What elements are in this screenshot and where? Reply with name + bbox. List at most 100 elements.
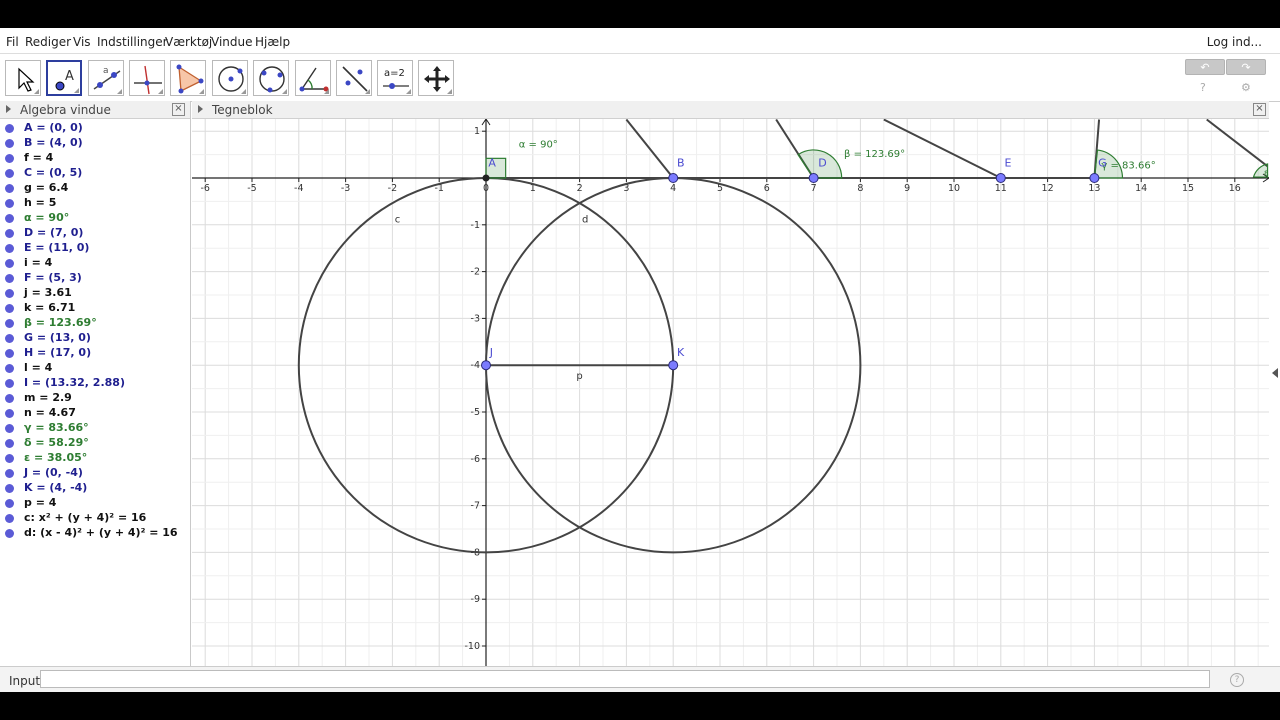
visibility-toggle-icon[interactable] [5,514,14,523]
circle-tool-button[interactable] [212,60,248,96]
algebra-item[interactable]: ε = 38.05° [0,451,190,466]
visibility-toggle-icon[interactable] [5,319,14,328]
visibility-toggle-icon[interactable] [5,244,14,253]
menu-indstillinger[interactable]: Indstillinger [97,35,168,49]
input-help-icon[interactable]: ? [1230,673,1244,687]
algebra-item[interactable]: β = 123.69° [0,316,190,331]
point-J[interactable] [481,360,491,371]
move-view-tool-button[interactable] [418,60,454,96]
algebra-item[interactable]: h = 5 [0,196,190,211]
menu-vaerktoj[interactable]: Værktøj [165,35,212,49]
visibility-toggle-icon[interactable] [5,184,14,193]
algebra-item[interactable]: α = 90° [0,211,190,226]
close-algebra-button[interactable]: × [172,103,185,116]
perpendicular-tool-button[interactable] [129,60,165,96]
point-A[interactable] [482,174,490,182]
input-field[interactable] [40,670,1210,688]
slider-tool-button[interactable]: a=2 [377,60,413,96]
visibility-toggle-icon[interactable] [5,379,14,388]
undo-button[interactable]: ↶ [1185,59,1225,75]
algebra-item[interactable]: B = (4, 0) [0,136,190,151]
point-label-E: E [1005,156,1012,169]
redo-button[interactable]: ↷ [1226,59,1266,75]
visibility-toggle-icon[interactable] [5,154,14,163]
point-K[interactable] [668,360,679,371]
visibility-toggle-icon[interactable] [5,289,14,298]
algebra-item[interactable]: c: x² + (y + 4)² = 16 [0,511,190,526]
visibility-toggle-icon[interactable] [5,259,14,268]
reflect-tool-button[interactable] [336,60,372,96]
algebra-item[interactable]: A = (0, 0) [0,121,190,136]
algebra-item[interactable]: m = 2.9 [0,391,190,406]
visibility-toggle-icon[interactable] [5,214,14,223]
visibility-toggle-icon[interactable] [5,274,14,283]
visibility-toggle-icon[interactable] [5,469,14,478]
collapse-arrow-icon[interactable] [198,105,203,113]
algebra-item[interactable]: γ = 83.66° [0,421,190,436]
visibility-toggle-icon[interactable] [5,454,14,463]
settings-icon[interactable]: ⚙ [1241,81,1251,94]
collapse-arrow-icon[interactable] [6,105,11,113]
algebra-item[interactable]: F = (5, 3) [0,271,190,286]
visibility-toggle-icon[interactable] [5,124,14,133]
algebra-item[interactable]: C = (0, 5) [0,166,190,181]
visibility-toggle-icon[interactable] [5,529,14,538]
algebra-item[interactable]: G = (13, 0) [0,331,190,346]
algebra-item[interactable]: k = 6.71 [0,301,190,316]
visibility-toggle-icon[interactable] [5,439,14,448]
line-tool-button[interactable]: a [88,60,124,96]
help-icon[interactable]: ? [1200,81,1206,94]
visibility-toggle-icon[interactable] [5,169,14,178]
algebra-item[interactable]: E = (11, 0) [0,241,190,256]
visibility-toggle-icon[interactable] [5,394,14,403]
visibility-toggle-icon[interactable] [5,334,14,343]
point-B[interactable] [668,173,679,183]
algebra-item[interactable]: δ = 58.29° [0,436,190,451]
point-D[interactable] [808,173,819,183]
expand-sidebar-arrow-icon[interactable] [1272,368,1278,378]
algebra-item[interactable]: n = 4.67 [0,406,190,421]
visibility-toggle-icon[interactable] [5,499,14,508]
menu-hjaelp[interactable]: Hjælp [255,35,290,49]
menu-vindue[interactable]: Vindue [211,35,253,49]
login-link[interactable]: Log ind... [1207,35,1262,49]
menu-rediger[interactable]: Rediger [25,35,71,49]
visibility-toggle-icon[interactable] [5,139,14,148]
algebra-item[interactable]: f = 4 [0,151,190,166]
algebra-item[interactable]: J = (0, -4) [0,466,190,481]
visibility-toggle-icon[interactable] [5,349,14,358]
algebra-item[interactable]: l = 4 [0,361,190,376]
algebra-item[interactable]: H = (17, 0) [0,346,190,361]
algebra-item[interactable]: d: (x - 4)² + (y + 4)² = 16 [0,526,190,541]
point-E[interactable] [995,173,1006,183]
visibility-toggle-icon[interactable] [5,199,14,208]
algebra-item[interactable]: p = 4 [0,496,190,511]
visibility-toggle-icon[interactable] [5,484,14,493]
algebra-item-text: l = 4 [24,361,53,374]
angle-tool-button[interactable] [295,60,331,96]
algebra-item-text: γ = 83.66° [24,421,89,434]
menu-vis[interactable]: Vis [73,35,91,49]
input-bar: Input: ? [0,666,1280,692]
algebra-item[interactable]: I = (13.32, 2.88) [0,376,190,391]
conic-tool-button[interactable] [253,60,289,96]
visibility-toggle-icon[interactable] [5,424,14,433]
visibility-toggle-icon[interactable] [5,364,14,373]
point-label-K: K [677,346,685,359]
drawing-canvas[interactable]: -6 -5 -4 -3 -2 -1 0 1 2 3 4 5 6 7 8 9 10 11 12 13 14 15 161-1-… [192,119,1269,666]
close-graphics-button[interactable]: × [1253,103,1266,116]
algebra-item[interactable]: j = 3.61 [0,286,190,301]
y-tick-label: -3 [471,313,480,324]
move-tool-button[interactable] [5,60,41,96]
visibility-toggle-icon[interactable] [5,409,14,418]
algebra-item[interactable]: g = 6.4 [0,181,190,196]
point-G[interactable] [1089,173,1100,183]
algebra-item[interactable]: i = 4 [0,256,190,271]
visibility-toggle-icon[interactable] [5,229,14,238]
menu-fil[interactable]: Fil [6,35,19,49]
algebra-item[interactable]: K = (4, -4) [0,481,190,496]
polygon-tool-button[interactable] [170,60,206,96]
visibility-toggle-icon[interactable] [5,304,14,313]
algebra-item[interactable]: D = (7, 0) [0,226,190,241]
point-tool-button[interactable]: A [46,60,82,96]
